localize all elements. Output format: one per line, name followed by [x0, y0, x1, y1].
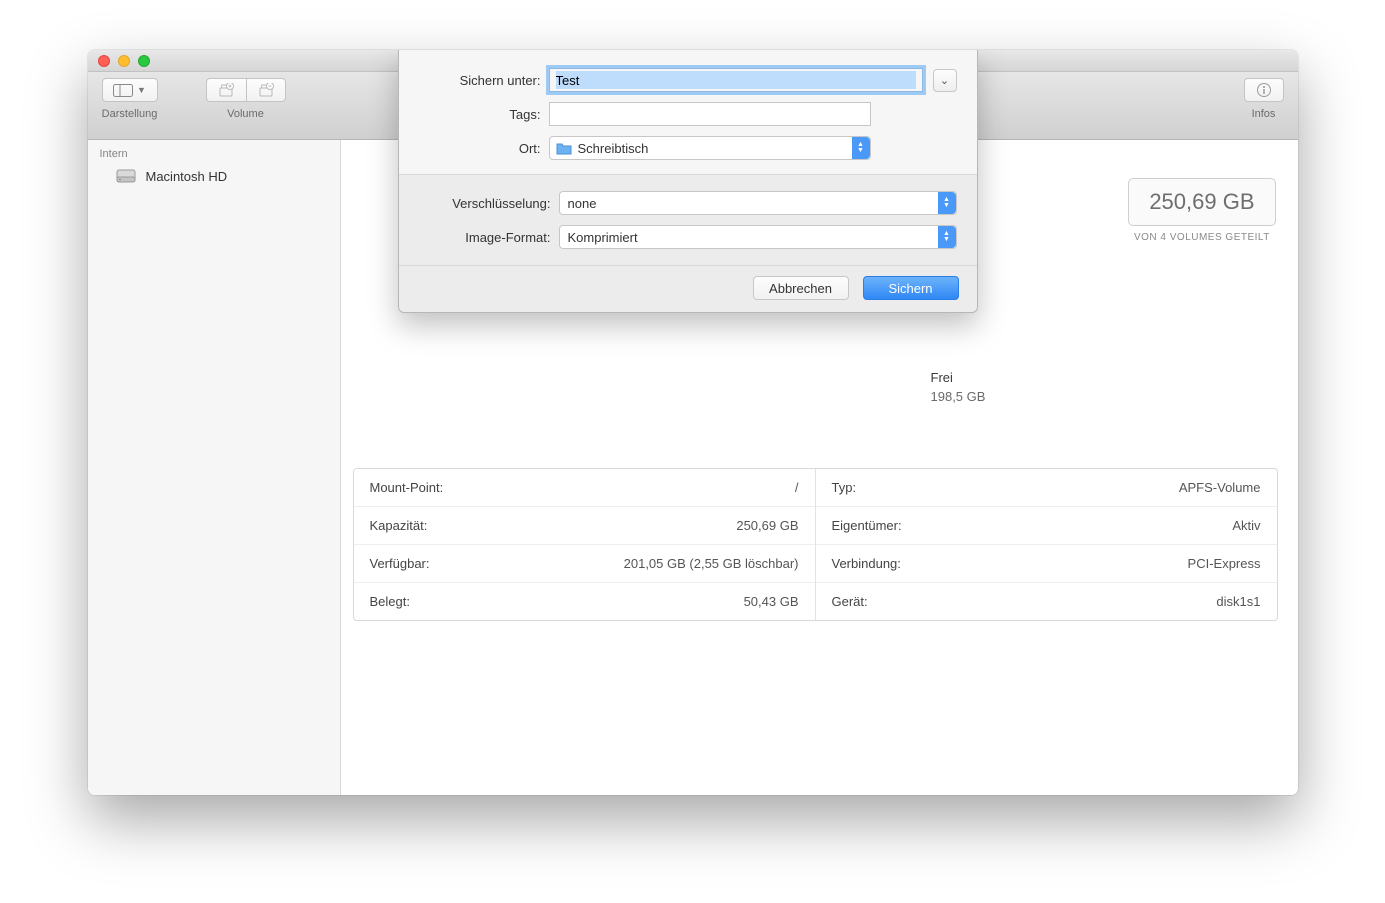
save-button[interactable]: Sichern: [863, 276, 959, 300]
info-row: Typ:APFS-Volume: [816, 469, 1277, 507]
info-row: Belegt:50,43 GB: [354, 583, 815, 620]
cancel-button[interactable]: Abbrechen: [753, 276, 849, 300]
info-row: Kapazität:250,69 GB: [354, 507, 815, 545]
location-value: Schreibtisch: [578, 141, 649, 156]
free-label: Frei: [931, 370, 1191, 385]
disk-icon: [116, 168, 136, 184]
view-button[interactable]: ▼: [102, 78, 158, 102]
image-format-select[interactable]: Komprimiert ▲▼: [559, 225, 957, 249]
info-row: Gerät:disk1s1: [816, 583, 1277, 620]
capacity-subtitle: VON 4 VOLUMES GETEILT: [1128, 232, 1275, 243]
info-row: Eigentümer:Aktiv: [816, 507, 1277, 545]
save-as-input[interactable]: [549, 68, 923, 92]
app-window: Festplattendienstprogramm ▼ Darstellung: [88, 50, 1298, 795]
save-sheet: Sichern unter: ⌄ Tags: Ort: Schreibtisch…: [398, 50, 978, 313]
sidebar: Intern Macintosh HD: [88, 140, 341, 795]
image-format-label: Image-Format:: [419, 230, 559, 245]
chevron-down-icon: ▼: [137, 85, 146, 95]
sidebar-item-label: Macintosh HD: [146, 169, 228, 184]
select-arrows-icon: ▲▼: [938, 226, 956, 248]
folder-icon: [556, 142, 572, 155]
volume-add-icon: [218, 83, 234, 97]
info-table: Mount-Point:/ Kapazität:250,69 GB Verfüg…: [353, 468, 1278, 621]
volume-add-button[interactable]: [206, 78, 246, 102]
sidebar-icon: [113, 84, 133, 97]
sidebar-section-internal: Intern: [88, 140, 340, 164]
view-label: Darstellung: [102, 108, 158, 120]
select-arrows-icon: ▲▼: [852, 137, 870, 159]
location-label: Ort:: [419, 141, 549, 156]
capacity-box: 250,69 GB VON 4 VOLUMES GETEILT: [1128, 178, 1275, 243]
volume-remove-icon: [258, 83, 274, 97]
tags-input[interactable]: [549, 102, 871, 126]
free-value: 198,5 GB: [931, 389, 1191, 404]
info-label: Infos: [1252, 108, 1276, 120]
save-as-label: Sichern unter:: [419, 73, 549, 88]
select-arrows-icon: ▲▼: [938, 192, 956, 214]
info-row: Verfügbar:201,05 GB (2,55 GB löschbar): [354, 545, 815, 583]
volume-label: Volume: [227, 108, 264, 120]
encryption-select[interactable]: none ▲▼: [559, 191, 957, 215]
expand-location-button[interactable]: ⌄: [933, 69, 957, 92]
encryption-label: Verschlüsselung:: [419, 196, 559, 211]
encryption-value: none: [568, 196, 597, 211]
volume-remove-button[interactable]: [246, 78, 286, 102]
sidebar-item-macintosh-hd[interactable]: Macintosh HD: [88, 164, 340, 188]
info-icon: [1256, 82, 1272, 98]
info-row: Verbindung:PCI-Express: [816, 545, 1277, 583]
free-section: Frei 198,5 GB: [931, 370, 1191, 404]
capacity-value: 250,69 GB: [1128, 178, 1275, 226]
info-row: Mount-Point:/: [354, 469, 815, 507]
image-format-value: Komprimiert: [568, 230, 638, 245]
chevron-down-icon: ⌄: [940, 74, 949, 87]
tags-label: Tags:: [419, 107, 549, 122]
location-select[interactable]: Schreibtisch ▲▼: [549, 136, 871, 160]
info-button[interactable]: [1244, 78, 1284, 102]
